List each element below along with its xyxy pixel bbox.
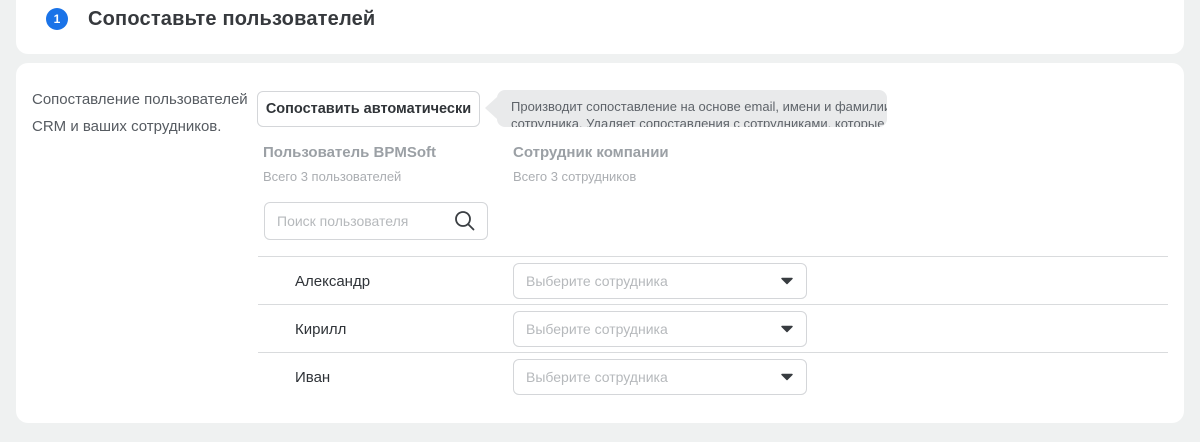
table-row: Александр Выберите сотрудника bbox=[258, 256, 1168, 304]
table-row: Кирилл Выберите сотрудника bbox=[258, 304, 1168, 352]
chevron-down-icon bbox=[781, 277, 793, 285]
user-mapping-card: Сопоставление пользователей CRM и ваших … bbox=[16, 63, 1184, 423]
dropdown-placeholder: Выберите сотрудника bbox=[526, 321, 668, 337]
step-number-badge: 1 bbox=[46, 8, 68, 30]
column-header-bpmsoft-users: Пользователь BPMSoft Всего 3 пользовател… bbox=[263, 144, 436, 184]
chevron-down-icon bbox=[781, 373, 793, 381]
user-search-input[interactable] bbox=[277, 213, 453, 229]
employee-select-dropdown[interactable]: Выберите сотрудника bbox=[513, 263, 807, 299]
dropdown-placeholder: Выберите сотрудника bbox=[526, 369, 668, 385]
user-mapping-table: Александр Выберите сотрудника Кирилл Выб… bbox=[258, 256, 1168, 400]
crm-user-name: Александр bbox=[295, 272, 371, 290]
chevron-down-icon bbox=[781, 325, 793, 333]
column-header-company-employees: Сотрудник компании Всего 3 сотрудников bbox=[513, 144, 669, 184]
column-title: Пользователь BPMSoft bbox=[263, 144, 437, 161]
employee-select-dropdown[interactable]: Выберите сотрудника bbox=[513, 311, 807, 347]
column-title: Сотрудник компании bbox=[513, 144, 669, 161]
tooltip-arrow-icon bbox=[485, 97, 497, 119]
column-count: Всего 3 сотрудников bbox=[513, 169, 637, 184]
tooltip-text-line2: сотрудника. Удаляет сопоставления с сотр… bbox=[511, 116, 885, 127]
step-header-card: 1 Сопоставьте пользователей bbox=[16, 0, 1184, 54]
dropdown-placeholder: Выберите сотрудника bbox=[526, 273, 668, 289]
auto-match-tooltip: Производит сопоставление на основе email… bbox=[497, 90, 887, 127]
user-search-box[interactable] bbox=[264, 202, 488, 240]
page-title: Сопоставьте пользователей bbox=[88, 8, 376, 30]
table-row: Иван Выберите сотрудника bbox=[258, 352, 1168, 400]
tooltip-text-line1: Производит сопоставление на основе email… bbox=[511, 99, 887, 114]
column-count: Всего 3 пользователей bbox=[263, 169, 402, 184]
employee-select-dropdown[interactable]: Выберите сотрудника bbox=[513, 359, 807, 395]
mapping-description: Сопоставление пользователей CRM и ваших … bbox=[32, 91, 248, 135]
auto-match-button[interactable]: Сопоставить автоматически bbox=[257, 91, 480, 127]
crm-user-name: Иван bbox=[295, 368, 331, 386]
crm-user-name: Кирилл bbox=[295, 320, 347, 338]
search-icon bbox=[455, 211, 475, 231]
